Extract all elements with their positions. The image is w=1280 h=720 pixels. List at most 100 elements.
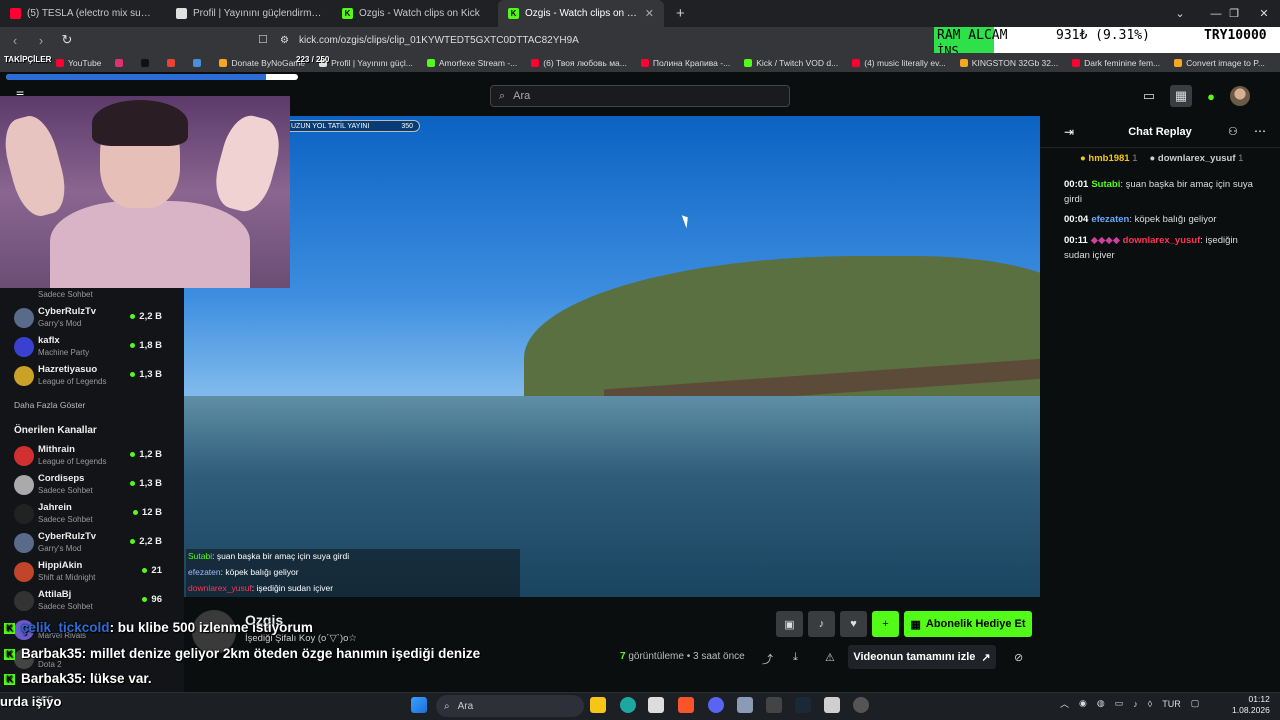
- bookmark-item[interactable]: Полина Крапива -...: [640, 58, 730, 68]
- bookmark-item[interactable]: (4) music literally ev...: [852, 58, 946, 68]
- app-icon[interactable]: [824, 697, 840, 713]
- follow-heart-icon[interactable]: ♥: [840, 611, 867, 637]
- more-options-icon[interactable]: ⋯: [1254, 124, 1266, 138]
- channel-name: CyberRulzTv: [38, 531, 97, 542]
- collapse-chat-icon[interactable]: ⇥: [1064, 125, 1074, 139]
- sidebar-channel[interactable]: CyberRulzTv Garry's Mod 2,2 B: [14, 306, 174, 334]
- sidebar-channel[interactable]: CyberRulzTv Garry's Mod 2,2 B: [14, 531, 174, 559]
- back-icon[interactable]: ‹: [4, 29, 26, 51]
- chat-replay-title: Chat Replay: [1128, 125, 1192, 138]
- sidebar-channel[interactable]: Mithrain League of Legends 1,2 B: [14, 444, 174, 472]
- start-windows-icon[interactable]: [411, 697, 427, 713]
- network-icon[interactable]: ▭: [1115, 698, 1124, 709]
- mic-icon[interactable]: ◊: [1148, 699, 1152, 709]
- channel-avatar: [14, 366, 34, 386]
- volume-icon[interactable]: ♪: [1133, 699, 1138, 709]
- bookmark-item[interactable]: Kick / Twitch VOD d...: [744, 58, 838, 68]
- kick-icon: K: [342, 8, 353, 19]
- bookmark-item[interactable]: (6) Твоя любовь ма...: [531, 58, 627, 68]
- forward-icon[interactable]: ›: [30, 29, 52, 51]
- bookmark-item[interactable]: Convert image to P...: [1174, 58, 1265, 68]
- system-tray: ︿ ◉ ◍ ▭ ♪ ◊ TUR ▢: [1060, 697, 1199, 710]
- watch-full-video-button[interactable]: Videonun tamamını izle ↗: [848, 645, 996, 669]
- edge-icon[interactable]: [620, 697, 636, 713]
- user-settings-icon[interactable]: ⚇: [1228, 125, 1238, 138]
- sidebar-channel[interactable]: AttilaBj Sadece Sohbet 96: [14, 589, 174, 617]
- close-tab-icon[interactable]: ✕: [645, 7, 654, 20]
- overlay-chat-line: K Barbak35: lüksе var.: [4, 671, 152, 686]
- mute-icon[interactable]: ⊘: [1014, 651, 1023, 664]
- stream-title-number: 350: [401, 122, 413, 130]
- medal-icon: ●: [1149, 153, 1156, 164]
- notification-icon[interactable]: ▢: [1191, 698, 1200, 709]
- browser-tab-3[interactable]: K Ozgis - Watch clips on Kick: [332, 0, 498, 27]
- followers-label: TAKİPÇİLER: [4, 55, 52, 64]
- channel-name: CyberRulzTv: [38, 306, 97, 317]
- webcam-overlay: [0, 96, 290, 288]
- channel-avatar: [14, 308, 34, 328]
- steam-icon[interactable]: [795, 697, 811, 713]
- kick-logo-icon[interactable]: ●: [1202, 88, 1220, 104]
- download-icon[interactable]: ⤓: [793, 651, 798, 664]
- sidebar-channel[interactable]: Jahrein Sadece Sohbet 12 B: [14, 502, 174, 530]
- sidebar-channel[interactable]: Hazretiyasuo League of Legends 1,3 B: [14, 364, 174, 392]
- app-icon[interactable]: [737, 697, 753, 713]
- new-tab-button[interactable]: +: [664, 5, 697, 22]
- user-avatar[interactable]: [1230, 86, 1250, 106]
- report-icon[interactable]: ⚠: [825, 651, 835, 664]
- gift-subscription-button[interactable]: ▦ Abonelik Hediye Et: [904, 611, 1032, 637]
- video-chat-line: efezaten: köpek balığı geliyor: [188, 567, 299, 577]
- obs-icon[interactable]: [853, 697, 869, 713]
- channel-game: Sadece Sohbet: [38, 486, 93, 495]
- brave-browser-icon[interactable]: [678, 697, 694, 713]
- search-input[interactable]: ⌕ Ara: [490, 85, 790, 107]
- bookmark-item[interactable]: Dark feminine fem...: [1072, 58, 1160, 68]
- recommended-title: Önerilen Kanallar: [14, 425, 97, 436]
- clips-icon[interactable]: ▦: [1170, 85, 1192, 107]
- bookmark-item[interactable]: KINGSTON 32Gb 32...: [959, 58, 1058, 68]
- weather-widget-text[interactable]: urda işiyo: [0, 694, 61, 709]
- kick-icon: K: [508, 8, 519, 19]
- subscribe-button[interactable]: +: [872, 611, 899, 637]
- theater-mode-icon[interactable]: ▭: [1140, 88, 1158, 104]
- share-icon[interactable]: ⤴: [762, 651, 773, 667]
- gift-label: Abonelik Hediye Et: [925, 618, 1026, 630]
- channel-viewers: 1,2 B: [130, 449, 162, 460]
- file-explorer-icon[interactable]: [590, 697, 606, 713]
- url-field[interactable]: ⚙ kick.com/ozgis/clips/clip_01KYWTEDT5GX…: [280, 31, 930, 49]
- store-icon[interactable]: [648, 697, 664, 713]
- discord-icon[interactable]: [708, 697, 724, 713]
- search-icon: ⌕: [444, 700, 450, 712]
- site-info-icon[interactable]: ⚙: [280, 35, 289, 46]
- close-window-button[interactable]: ✕: [1244, 0, 1280, 27]
- youtube-icon: [10, 8, 21, 19]
- badges-icon: ◆◆◆◆: [1090, 235, 1123, 246]
- app-icon[interactable]: [766, 697, 782, 713]
- notifications-bell-icon[interactable]: ♪: [808, 611, 835, 637]
- clock[interactable]: 01:12 1.08.2026: [1232, 694, 1270, 716]
- bookmark-item[interactable]: Amorfexe Stream -...: [426, 58, 517, 68]
- ticker-goal: TRY10000: [1204, 28, 1267, 43]
- language-indicator[interactable]: TUR: [1162, 699, 1181, 709]
- bookmark-favicon-icon: [1174, 58, 1183, 67]
- tab-list-icon[interactable]: ⌄: [1160, 0, 1200, 27]
- sidebar-channel[interactable]: HippiAkin Shift at Midnight 21: [14, 560, 174, 588]
- reload-icon[interactable]: ↻: [56, 29, 78, 51]
- browser-tab-4-active[interactable]: K Ozgis - Watch clips on Kick ✕: [498, 0, 664, 27]
- show-more-link[interactable]: Daha Fazla Göster: [14, 400, 85, 410]
- search-placeholder: Ara: [513, 90, 531, 102]
- tray-app-icon[interactable]: ◉: [1079, 698, 1087, 709]
- channel-game: Garry's Mod: [38, 319, 82, 328]
- video-player[interactable]: [184, 116, 1040, 597]
- chevron-up-icon[interactable]: ︿: [1060, 697, 1069, 710]
- channel-avatar: [14, 562, 34, 582]
- theater-button[interactable]: ▣: [776, 611, 803, 637]
- browser-tab-1[interactable]: (5) TESLA (electro mix super slow: [0, 0, 166, 27]
- sidebar-channel[interactable]: kaflx Machine Party 1,8 B: [14, 335, 174, 363]
- clip-stats: 7 görüntüleme • 3 saat önce: [620, 651, 745, 662]
- tray-app-icon[interactable]: ◍: [1097, 698, 1105, 709]
- bookmark-icon[interactable]: ☐: [258, 33, 268, 46]
- sidebar-channel[interactable]: Cordiseps Sadece Sohbet 1,3 B: [14, 473, 174, 501]
- taskbar-search[interactable]: ⌕ Ara: [436, 695, 584, 717]
- browser-tab-2[interactable]: Profil | Yayınını güçlendirmek için en: [166, 0, 332, 27]
